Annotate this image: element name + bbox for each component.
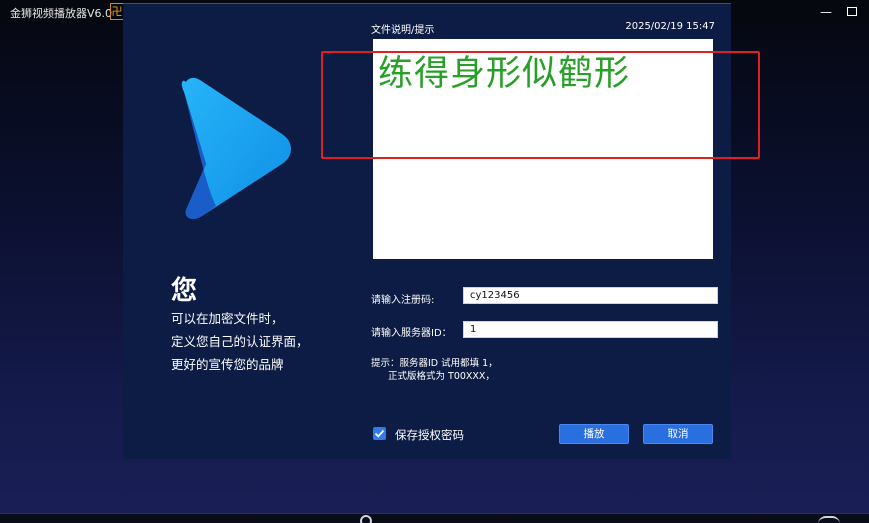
registration-code-label: 请输入注册码: [371,295,435,306]
description-label: 文件说明/提示 [371,25,435,36]
play-logo-icon [181,77,291,219]
app-logo-badge: 卍 [110,3,124,20]
cancel-button[interactable]: 取消 [643,424,713,444]
play-button[interactable]: 播放 [559,424,629,444]
hint-line-2: 正式版格式为 T00XXX， [388,371,495,382]
save-password-checkbox[interactable] [373,427,386,440]
hint-line-1: 提示：服务器ID 试用都填 1， [371,358,498,369]
server-id-label: 请输入服务器ID： [371,328,452,339]
promo-line-3: 更好的宣传您的品牌 [171,357,284,372]
annotation-highlight-box [321,51,760,159]
server-id-input[interactable] [463,321,718,338]
promo-line-2: 定义您自己的认证界面， [171,334,309,349]
promo-title: 您 [171,276,198,306]
app-bottom-bar [0,513,869,523]
description-datetime: 2025/02/19 15:47 [625,21,715,32]
minimize-icon[interactable]: — [818,4,834,20]
maximize-icon[interactable] [844,4,860,20]
app-title: 金狮视频播放器V6.0 [10,7,113,20]
save-password-label[interactable]: 保存授权密码 [395,427,464,443]
checkmark-icon [374,429,385,438]
promo-line-1: 可以在加密文件时， [171,311,284,326]
volume-icon[interactable] [818,516,840,523]
registration-code-input[interactable] [463,287,718,304]
playback-progress-icon[interactable] [360,515,372,523]
